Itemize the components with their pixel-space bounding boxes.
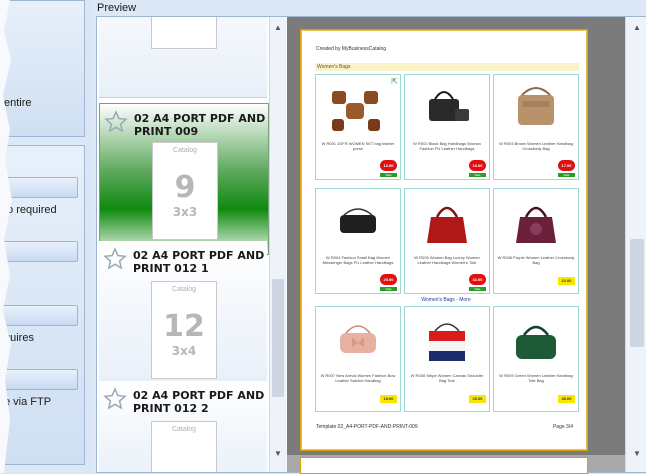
- product-image: [332, 91, 380, 131]
- product-card[interactable]: W R002 Black Bag Handbags Woman Fashion …: [404, 74, 490, 180]
- product-price: 18.00: [380, 395, 397, 403]
- template-list-scrollbar[interactable]: ▲ ▼: [269, 17, 286, 472]
- torn-edge-decoration: [0, 0, 12, 473]
- next-page-preview: [300, 457, 588, 474]
- template-item-009[interactable]: 02 A4 PORT PDF AND PRINT 009 Catalog 9 3…: [99, 103, 269, 255]
- product-card[interactable]: W R005 Women Bag Luxury Women Leather Ha…: [404, 188, 490, 294]
- product-price: 32.00: [469, 274, 486, 285]
- thumbnail-grid: 3x3: [172, 205, 198, 219]
- product-image: [429, 91, 469, 121]
- sale-tag: Sale: [469, 173, 486, 177]
- product-image: [516, 206, 556, 243]
- product-description: W R004 Fashion Small Bag Women Messenger…: [322, 255, 394, 265]
- sale-tag: Sale: [469, 287, 486, 291]
- thumbnail-title: Catalog: [171, 426, 197, 433]
- scroll-down-icon[interactable]: ▼: [273, 449, 283, 459]
- product-price: 22.00: [558, 277, 575, 285]
- product-description: W R007 New Arrival Women Fashion Bow Lea…: [320, 373, 396, 383]
- thumbnail-number: 9: [174, 170, 196, 205]
- template-item-012-1[interactable]: 02 A4 PORT PDF AND PRINT 012 1 Catalog 1…: [99, 241, 267, 382]
- page-header: Created by MyBusinessCatalog: [316, 46, 387, 52]
- product-description: W R003 Brown Women Leather Handbag Cross…: [499, 141, 573, 151]
- thumbnail-number: 12: [163, 309, 205, 344]
- scroll-up-icon[interactable]: ▲: [273, 23, 283, 33]
- preview-scrollbar[interactable]: ▲ ▼: [625, 17, 646, 472]
- product-price: 12.00: [380, 160, 397, 171]
- product-price: 17.00: [558, 160, 575, 171]
- template-name: 02 A4 PORT PDF AND PRINT 012 1: [133, 249, 265, 275]
- section-title: Women's Bags: [315, 63, 579, 71]
- product-card[interactable]: ⇱ W R001 JOFR WOMEN SET bag leather purs…: [315, 74, 401, 180]
- next-page-strip: [287, 455, 625, 474]
- product-description: W R001 JOFR WOMEN SET bag leather purse: [321, 141, 395, 151]
- product-card[interactable]: W R007 New Arrival Women Fashion Bow Lea…: [315, 306, 401, 412]
- external-link-icon[interactable]: ⇱: [391, 77, 398, 86]
- left-panel: entire to required quires e via FTP: [0, 0, 86, 473]
- page-footer-number: Page 3/4: [552, 424, 573, 430]
- thumbnail-grid: 3x4: [171, 344, 197, 358]
- template-list[interactable]: 02 A4 PORT PDF AND PRINT 009 Catalog 9 3…: [97, 17, 269, 472]
- template-item-012-2[interactable]: 02 A4 PORT PDF AND PRINT 012 2 Catalog: [99, 381, 267, 472]
- product-price: 16.00: [469, 160, 486, 171]
- product-image: [427, 206, 467, 243]
- product-description: W R002 Black Bag Handbags Woman Fashion …: [413, 141, 481, 151]
- template-thumbnail: Catalog 12 3x4: [151, 281, 217, 379]
- catalog-page: Created by MyBusinessCatalog Women's Bag…: [300, 29, 588, 451]
- scroll-up-icon[interactable]: ▲: [632, 23, 642, 33]
- product-image: [518, 87, 554, 125]
- scrollbar-thumb[interactable]: [272, 279, 284, 397]
- page-preview-area[interactable]: Created by MyBusinessCatalog Women's Bag…: [287, 17, 625, 474]
- sale-tag: Sale: [380, 173, 397, 177]
- product-description: W R009 Green Women Leather Handbag Tote …: [499, 373, 573, 383]
- favorite-star-icon[interactable]: [104, 110, 128, 134]
- sale-tag: Sale: [558, 173, 575, 177]
- preview-frame: 02 A4 PORT PDF AND PRINT 009 Catalog 9 3…: [96, 16, 646, 474]
- section-title: Women's Bags - More: [421, 297, 471, 303]
- template-thumbnail: Catalog 9 3x3: [152, 142, 218, 240]
- favorite-star-icon[interactable]: [103, 387, 127, 411]
- product-image: [516, 325, 556, 359]
- product-description: W R005 Women Bag Luxury Women Leather Ha…: [414, 255, 480, 265]
- thumbnail-title: Catalog: [172, 147, 198, 154]
- sale-tag: Sale: [380, 287, 397, 291]
- product-price: 20.00: [380, 274, 397, 285]
- template-item-previous[interactable]: [99, 17, 267, 98]
- product-image: [340, 325, 376, 353]
- product-description: W R006 Purple Women Leather Crossbody Ba…: [497, 255, 575, 265]
- thumbnail-title: Catalog: [171, 286, 197, 293]
- product-image: [429, 323, 465, 361]
- scroll-down-icon[interactable]: ▼: [632, 449, 642, 459]
- product-price: 46.00: [558, 395, 575, 403]
- product-price: 20.00: [469, 395, 486, 403]
- product-card[interactable]: W R003 Brown Women Leather Handbag Cross…: [493, 74, 579, 180]
- preview-panel: Preview 02 A4 PORT PDF AND PRINT 009 Cat…: [93, 0, 646, 474]
- template-thumbnail: Catalog: [151, 421, 217, 472]
- product-description: W R008 Stripe Women Canvas Shoulder Bag …: [410, 373, 484, 383]
- page-footer-template: Template 02_A4-PORT-PDF-AND-PRINT-009: [316, 424, 418, 430]
- template-thumbnail: [151, 17, 217, 49]
- preview-title: Preview: [97, 2, 137, 14]
- scrollbar-thumb[interactable]: [630, 239, 644, 347]
- template-name: 02 A4 PORT PDF AND PRINT 012 2: [133, 389, 265, 415]
- product-card[interactable]: W R006 Purple Women Leather Crossbody Ba…: [493, 188, 579, 294]
- favorite-star-icon[interactable]: [103, 247, 127, 271]
- product-card[interactable]: W R004 Fashion Small Bag Women Messenger…: [315, 188, 401, 294]
- template-name: 02 A4 PORT PDF AND PRINT 009: [134, 112, 266, 138]
- product-image: [340, 208, 376, 233]
- product-card[interactable]: W R008 Stripe Women Canvas Shoulder Bag …: [404, 306, 490, 412]
- product-card[interactable]: W R009 Green Women Leather Handbag Tote …: [493, 306, 579, 412]
